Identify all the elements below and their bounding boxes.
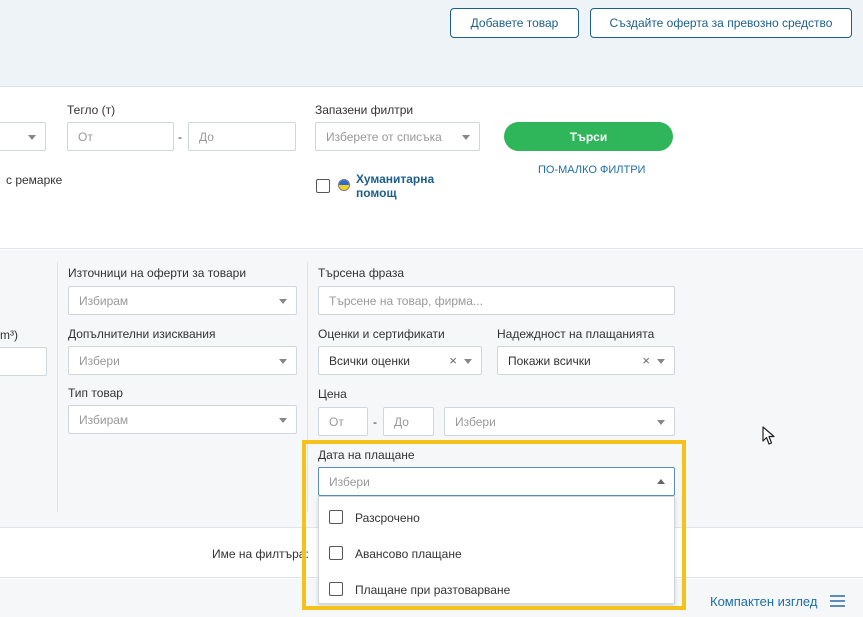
chevron-down-icon [28,135,36,140]
humanitarian-checkbox[interactable] [316,179,330,193]
saved-filters-select[interactable]: Изберете от списъка [315,122,480,151]
search-phrase-input[interactable]: Търсене на товар, фирма... [318,286,675,315]
volume-label-cut: m³) [0,328,18,342]
additional-requirements-label: Допълнителни изисквания [68,327,216,341]
trailer-text: с ремарке [6,173,63,187]
saved-filters-placeholder: Изберете от списъка [326,129,442,144]
search-phrase-label: Търсена фраза [318,266,405,280]
chevron-down-icon [464,359,472,364]
saved-filters-label: Запазени филтри [315,103,414,117]
hamburger-icon[interactable] [830,595,845,607]
fewer-filters-link[interactable]: ПО-МАЛКО ФИЛТРИ [538,164,645,176]
additional-requirements-select[interactable]: Избери [68,346,297,375]
price-from-input[interactable]: От [318,407,368,436]
price-to-input[interactable]: До [383,407,434,436]
weight-range-dash: - [178,130,182,144]
highlight-frame [302,440,686,610]
create-vehicle-offer-button[interactable]: Създайте оферта за превозно средство [590,8,852,38]
goods-type-select[interactable]: Избирам [68,405,297,434]
weight-from-input[interactable]: От [67,122,174,151]
ratings-select[interactable]: Всички оценки × [318,346,482,375]
ukraine-flag-icon [338,179,350,191]
chevron-down-icon [657,420,665,425]
filter-name-label: Име на филтъра: [212,547,309,561]
compact-view-link[interactable]: Компактен изглед [710,594,817,609]
chevron-down-icon [279,299,287,304]
add-goods-button[interactable]: Добавете товар [450,8,579,38]
mouse-cursor-icon [762,426,775,445]
price-currency-select[interactable]: Избери [444,407,675,436]
top-bar: Добавете товар Създайте оферта за превоз… [0,0,863,87]
clear-icon[interactable]: × [642,353,650,368]
payment-reliability-select[interactable]: Покажи всички × [497,346,675,375]
chevron-down-icon [279,359,287,364]
chevron-down-icon [657,359,665,364]
column-divider [57,262,58,512]
clear-icon[interactable]: × [449,353,457,368]
ratings-label: Оценки и сертификати [318,327,445,341]
humanitarian-label[interactable]: Хуманитарна помощ [356,172,434,200]
sources-label: Източници на оферти за товари [68,266,247,280]
chevron-down-icon [462,135,470,140]
chevron-down-icon [279,418,287,423]
price-range-dash: - [373,415,377,429]
sources-select[interactable]: Избирам [68,286,297,315]
volume-input[interactable] [0,347,47,376]
search-button[interactable]: Търси [504,122,673,151]
weight-label: Тегло (т) [67,103,116,117]
price-label: Цена [318,387,347,401]
cut-off-select[interactable] [0,122,46,151]
goods-type-label: Тип товар [68,386,123,400]
payment-reliability-label: Надеждност на плащанията [497,327,655,341]
basic-filters-section: Тегло (т) От - До Запазени филтри Избере… [0,87,863,249]
weight-to-input[interactable]: До [188,122,296,151]
